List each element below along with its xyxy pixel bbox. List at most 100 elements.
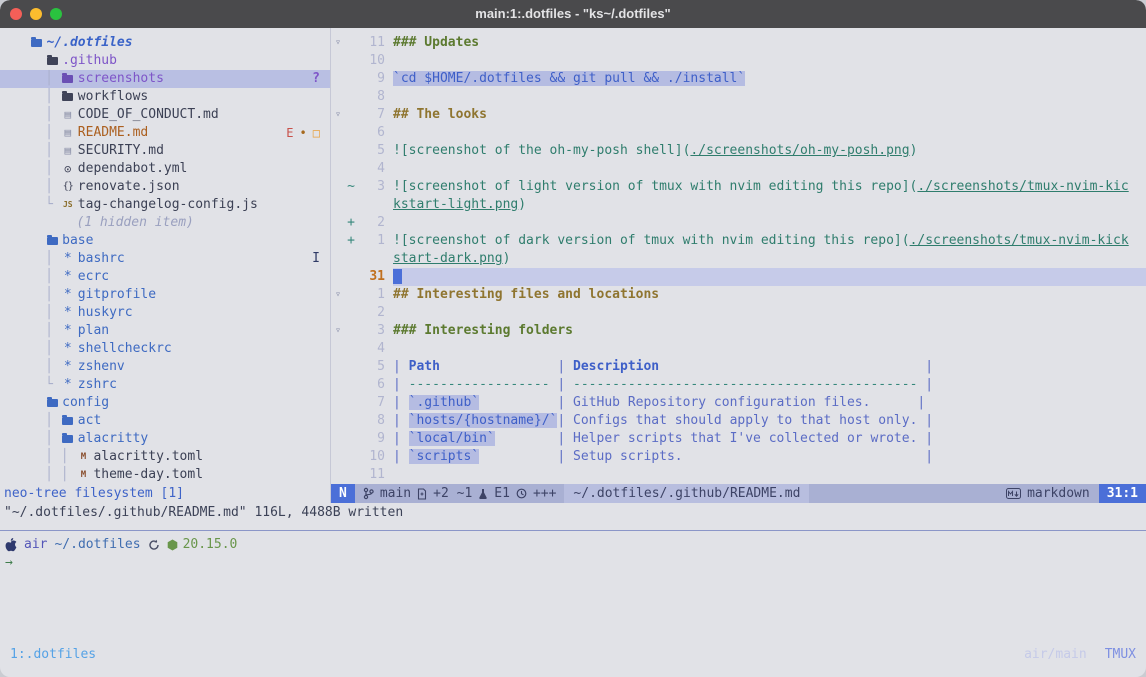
- fold-marker[interactable]: ▿: [331, 322, 345, 340]
- text-segment: |: [393, 359, 409, 374]
- tree-item-huskyrc[interactable]: │ *huskyrc: [0, 304, 330, 322]
- markdown-link[interactable]: ./screenshots/oh-my-posh.png: [690, 143, 909, 158]
- tree-item-screenshots[interactable]: │ screenshots?: [0, 70, 330, 88]
- line-number: 10: [357, 448, 385, 466]
- editor-line[interactable]: ~3![screenshot of light version of tmux …: [331, 178, 1146, 196]
- editor-line[interactable]: 10: [331, 52, 1146, 70]
- tree-item-config[interactable]: config: [0, 394, 330, 412]
- editor-line[interactable]: +1![screenshot of dark version of tmux w…: [331, 232, 1146, 250]
- markdown-link[interactable]: ./screenshots/tmux-nvim-kic: [917, 179, 1128, 194]
- editor-line[interactable]: 2: [331, 304, 1146, 322]
- tree-item-act[interactable]: │ act: [0, 412, 330, 430]
- folder-icon: [61, 417, 75, 425]
- tree-item-label: CODE_OF_CONDUCT.md: [78, 106, 219, 124]
- gitsign-column: +: [345, 214, 357, 232]
- text-segment: |: [393, 395, 409, 410]
- editor-line[interactable]: 5| Path | Description |: [331, 358, 1146, 376]
- editor-line[interactable]: 9| `local/bin` | Helper scripts that I'v…: [331, 430, 1146, 448]
- tmux-statusbar: 1:.dotfiles air/main TMUX: [0, 644, 1146, 666]
- editor-line[interactable]: 9`cd $HOME/.dotfiles && git pull && ./in…: [331, 70, 1146, 88]
- tree-item-label: gitprofile: [78, 286, 156, 304]
- tree-item--dotfiles[interactable]: ~/.dotfiles: [0, 34, 330, 52]
- editor-line[interactable]: 8| `hosts/{hostname}/`| Configs that sho…: [331, 412, 1146, 430]
- tree-item--github[interactable]: .github: [0, 52, 330, 70]
- fold-marker[interactable]: ▿: [331, 106, 345, 124]
- editor-line[interactable]: 6 | ------------------ | ----------------…: [331, 376, 1146, 394]
- line-number: 3: [357, 178, 385, 196]
- editor-line[interactable]: +2: [331, 214, 1146, 232]
- indent-guide: └: [6, 196, 61, 214]
- tree-item-security-md[interactable]: │ ▤SECURITY.md: [0, 142, 330, 160]
- diagnostics-count: E1: [494, 485, 510, 503]
- text-segment: Description: [573, 359, 659, 374]
- traffic-lights[interactable]: [10, 8, 62, 20]
- indent-guide: [6, 52, 45, 70]
- editor-line[interactable]: 6: [331, 124, 1146, 142]
- mode-indicator: N: [331, 484, 355, 503]
- editor-line[interactable]: 31: [331, 268, 1146, 286]
- editor-line[interactable]: 4: [331, 160, 1146, 178]
- markdown-link[interactable]: kstart-light.png: [393, 197, 518, 212]
- line-number: 11: [357, 34, 385, 52]
- close-button[interactable]: [10, 8, 22, 20]
- tree-item-theme-day-toml[interactable]: │ │ Mtheme-day.toml: [0, 466, 330, 484]
- editor-buffer[interactable]: ▿11### Updates109`cd $HOME/.dotfiles && …: [331, 28, 1146, 484]
- text-segment: ![screenshot of dark version of tmux wit…: [393, 233, 910, 248]
- tree-item-plan[interactable]: │ *plan: [0, 322, 330, 340]
- gitsign-column: ~: [345, 178, 357, 196]
- toml-file-icon: M: [76, 448, 90, 466]
- prompt-cursor-line[interactable]: →: [0, 554, 1146, 572]
- tree-item-shellcheckrc[interactable]: │ *shellcheckrc: [0, 340, 330, 358]
- text-segment: ### Updates: [393, 35, 479, 50]
- status-mark: I: [312, 250, 320, 268]
- minimize-button[interactable]: [30, 8, 42, 20]
- text-segment: |: [917, 449, 933, 464]
- editor-line[interactable]: ▿7## The looks: [331, 106, 1146, 124]
- markdown-link[interactable]: ./screenshots/tmux-nvim-kick: [910, 233, 1129, 248]
- indent-guide: │ │: [6, 466, 76, 484]
- editor-line[interactable]: 8: [331, 88, 1146, 106]
- tree-item-base[interactable]: base: [0, 232, 330, 250]
- editor-line[interactable]: ▿3### Interesting folders: [331, 322, 1146, 340]
- tree-item-zshenv[interactable]: │ *zshenv: [0, 358, 330, 376]
- line-text: ## The looks: [393, 106, 1146, 124]
- line-number: 6: [357, 376, 385, 394]
- editor-line[interactable]: 11: [331, 466, 1146, 484]
- node-version-text: 20.15.0: [183, 536, 238, 554]
- tree-item-dependabot-yml[interactable]: │ ⊙dependabot.yml: [0, 160, 330, 178]
- editor-line[interactable]: 7| `.github` | GitHub Repository configu…: [331, 394, 1146, 412]
- text-segment: |: [917, 413, 933, 428]
- line-text: | ------------------ | -----------------…: [393, 376, 1146, 394]
- tmux-window-tab[interactable]: 1:.dotfiles: [10, 646, 96, 664]
- editor-line[interactable]: start-dark.png): [331, 250, 1146, 268]
- window-bottom-edge: [0, 666, 1146, 677]
- indent-guide: │: [6, 430, 61, 448]
- editor-line[interactable]: ▿1## Interesting files and locations: [331, 286, 1146, 304]
- tree-item-alacritty-toml[interactable]: │ │ Malacritty.toml: [0, 448, 330, 466]
- editor-line[interactable]: 5![screenshot of the oh-my-posh shell](.…: [331, 142, 1146, 160]
- editor-line[interactable]: 10| `scripts` | Setup scripts. |: [331, 448, 1146, 466]
- tree-item-bashrc[interactable]: │ *bashrcI: [0, 250, 330, 268]
- shell-pane[interactable]: air ~/.dotfiles 20.15.0 →: [0, 530, 1146, 644]
- indent-guide: │: [6, 124, 61, 142]
- editor-line[interactable]: ▿ 11 ### Updates: [331, 34, 1146, 52]
- text-segment: Helper scripts that I've collected or wr…: [573, 431, 917, 446]
- tree-item-gitprofile[interactable]: │ *gitprofile: [0, 286, 330, 304]
- tree-item-ecrc[interactable]: │ *ecrc: [0, 268, 330, 286]
- tree-item-tag-changelog-config-js[interactable]: └ JStag-changelog-config.js: [0, 196, 330, 214]
- zoom-button[interactable]: [50, 8, 62, 20]
- tree-item--1-hidden-item-[interactable]: (1 hidden item): [0, 214, 330, 232]
- apple-icon: [5, 538, 17, 552]
- fold-marker[interactable]: ▿: [331, 286, 345, 304]
- editor-line[interactable]: 4: [331, 340, 1146, 358]
- markdown-link[interactable]: start-dark.png: [393, 251, 503, 266]
- tree-item-workflows[interactable]: │ workflows: [0, 88, 330, 106]
- tree-item-renovate-json[interactable]: │ {}renovate.json: [0, 178, 330, 196]
- fold-marker[interactable]: ▿: [331, 34, 345, 52]
- tree-item-alacritty[interactable]: │ alacritty: [0, 430, 330, 448]
- tree-item-readme-md[interactable]: │ ▤README.mdE•□: [0, 124, 330, 142]
- tree-item-zshrc[interactable]: └ *zshrc: [0, 376, 330, 394]
- indent-guide: │: [6, 322, 61, 340]
- editor-line[interactable]: kstart-light.png): [331, 196, 1146, 214]
- tree-item-code-of-conduct-md[interactable]: │ ▤CODE_OF_CONDUCT.md: [0, 106, 330, 124]
